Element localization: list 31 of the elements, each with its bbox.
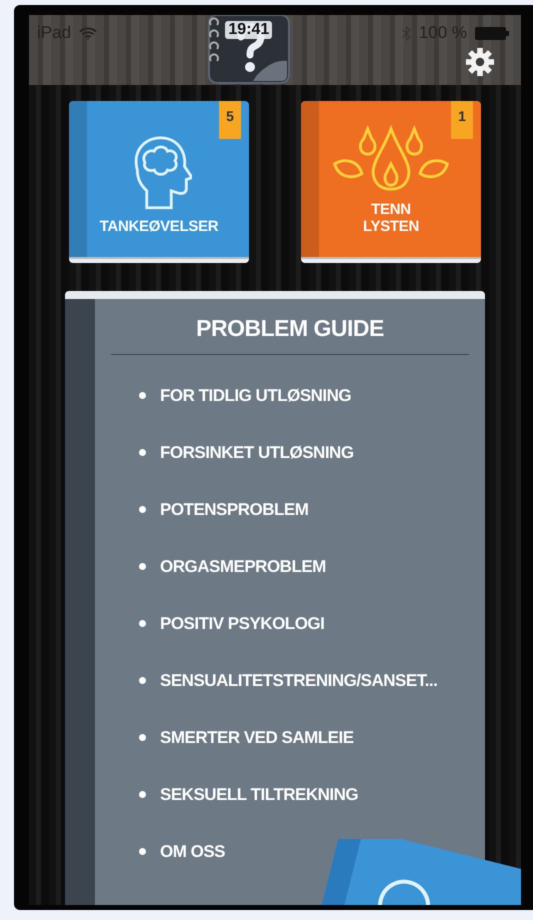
bullet-icon <box>139 392 146 399</box>
guide-topic-link[interactable]: FORSINKET UTLØSNING <box>139 424 354 481</box>
guide-topic-link[interactable]: SENSUALITETSTRENING/SANSET... <box>139 652 438 709</box>
category-title: TENN LYSTEN <box>363 200 419 235</box>
wifi-icon <box>79 26 98 40</box>
bullet-icon <box>139 677 146 684</box>
guide-topic-link[interactable]: SEKSUELL TILTREKNING <box>139 766 358 823</box>
guide-topic-link[interactable]: SMERTER VED SAMLEIE <box>139 709 354 766</box>
bullet-icon <box>139 449 146 456</box>
guide-topic-link[interactable]: FOR TIDLIG UTLØSNING <box>139 367 352 424</box>
category-book-button[interactable]: 5 TANKEØVELSER <box>69 101 249 263</box>
guide-topic-link[interactable]: POSITIV PSYKOLOGI <box>139 595 324 652</box>
bullet-icon <box>139 848 146 855</box>
battery-icon <box>474 26 509 40</box>
count-badge: 1 <box>451 101 473 139</box>
category-title: TANKEØVELSER <box>100 218 218 235</box>
bullet-icon <box>139 506 146 513</box>
guide-topic-link[interactable]: OM OSS <box>139 823 226 880</box>
guide-title: PROBLEM GUIDE <box>111 309 469 355</box>
guide-topic-link[interactable]: POTENSPROBLEM <box>139 481 308 538</box>
settings-icon[interactable] <box>465 47 495 77</box>
bluetooth-icon <box>402 26 411 40</box>
bullet-icon <box>139 563 146 570</box>
bullet-icon <box>139 734 146 741</box>
count-badge: 5 <box>219 101 241 139</box>
guide-topic-link[interactable]: ORGASMEPROBLEM <box>139 538 326 595</box>
bullet-icon <box>139 791 146 798</box>
bullet-icon <box>139 620 146 627</box>
category-book-button[interactable]: 1 TENN LYSTEN <box>301 101 481 263</box>
time-label: 19:41 <box>225 21 272 39</box>
flames-icon <box>332 124 450 192</box>
